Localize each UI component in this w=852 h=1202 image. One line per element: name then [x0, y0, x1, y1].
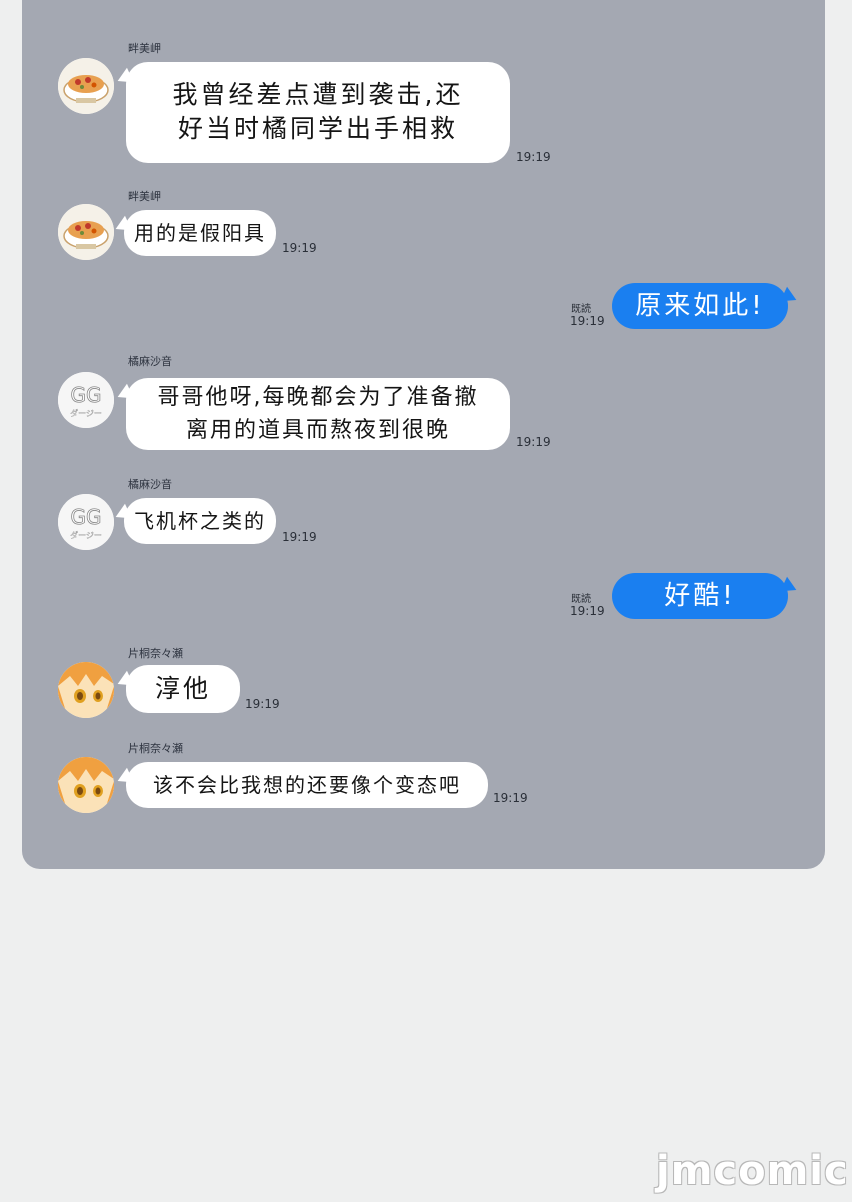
read-receipt: 既読 [571, 594, 591, 605]
message-line: 离用的道具而熬夜到很晚 [185, 418, 450, 443]
anime-girl-avatar-icon[interactable] [58, 662, 114, 718]
message-line: 哥哥他呀,每晚都会为了准备撤 [157, 385, 479, 410]
sender-name: 畔美岬 [128, 42, 161, 55]
message-line: 好当时橘同学出手相救 [177, 114, 458, 143]
message-text: 好酷! [664, 581, 736, 611]
message-line: 我曾经差点遭到袭击,还 [172, 80, 464, 109]
sender-name: 片桐奈々瀬 [128, 742, 183, 755]
message-bubble[interactable]: 该不会比我想的还要像个变态吧 [126, 762, 488, 808]
message-line: 淳他 [154, 674, 211, 703]
avatar-gg-text: GG [71, 505, 102, 529]
message-time: 19:19 [245, 697, 280, 711]
message-text: 原来如此! [635, 291, 765, 321]
food-avatar-icon[interactable] [58, 204, 114, 260]
message-time: 19:19 [282, 241, 317, 255]
message-bubble[interactable]: 淳他 [126, 665, 240, 713]
message-bubble[interactable]: 哥哥他呀,每晚都会为了准备撤 离用的道具而熬夜到很晚 [126, 378, 510, 450]
food-avatar-icon[interactable] [58, 58, 114, 114]
sender-name: 橘麻沙音 [128, 478, 172, 491]
sender-name: 畔美岬 [128, 190, 161, 203]
avatar-gg-text: GG [71, 383, 102, 407]
message-line: 该不会比我想的还要像个变态吧 [153, 773, 461, 797]
gg-avatar-icon[interactable]: GG ダージー [58, 494, 114, 550]
message-line: 飞机杯之类的 [134, 509, 266, 533]
message-bubble[interactable]: 原来如此! [612, 283, 788, 329]
message-line: 用的是假阳具 [134, 221, 266, 245]
message-time: 19:19 [493, 791, 528, 805]
anime-girl-avatar-icon[interactable] [58, 757, 114, 813]
message-time: 19:19 [570, 314, 605, 328]
message-bubble[interactable]: 用的是假阳具 [124, 210, 276, 256]
message-time: 19:19 [570, 604, 605, 618]
message-bubble[interactable]: 我曾经差点遭到袭击,还 好当时橘同学出手相救 [126, 62, 510, 163]
message-bubble[interactable]: 好酷! [612, 573, 788, 619]
avatar-gg-subtext: ダージー [70, 530, 102, 540]
message-time: 19:19 [516, 435, 551, 449]
message-time: 19:19 [282, 530, 317, 544]
gg-avatar-icon[interactable]: GG ダージー [58, 372, 114, 428]
avatar-gg-subtext: ダージー [70, 408, 102, 418]
sender-name: 片桐奈々瀬 [128, 647, 183, 660]
sender-name: 橘麻沙音 [128, 355, 172, 368]
read-receipt: 既読 [571, 304, 591, 315]
message-time: 19:19 [516, 150, 551, 164]
watermark-logo: jmcomic [656, 1148, 849, 1194]
message-bubble[interactable]: 飞机杯之类的 [124, 498, 276, 544]
